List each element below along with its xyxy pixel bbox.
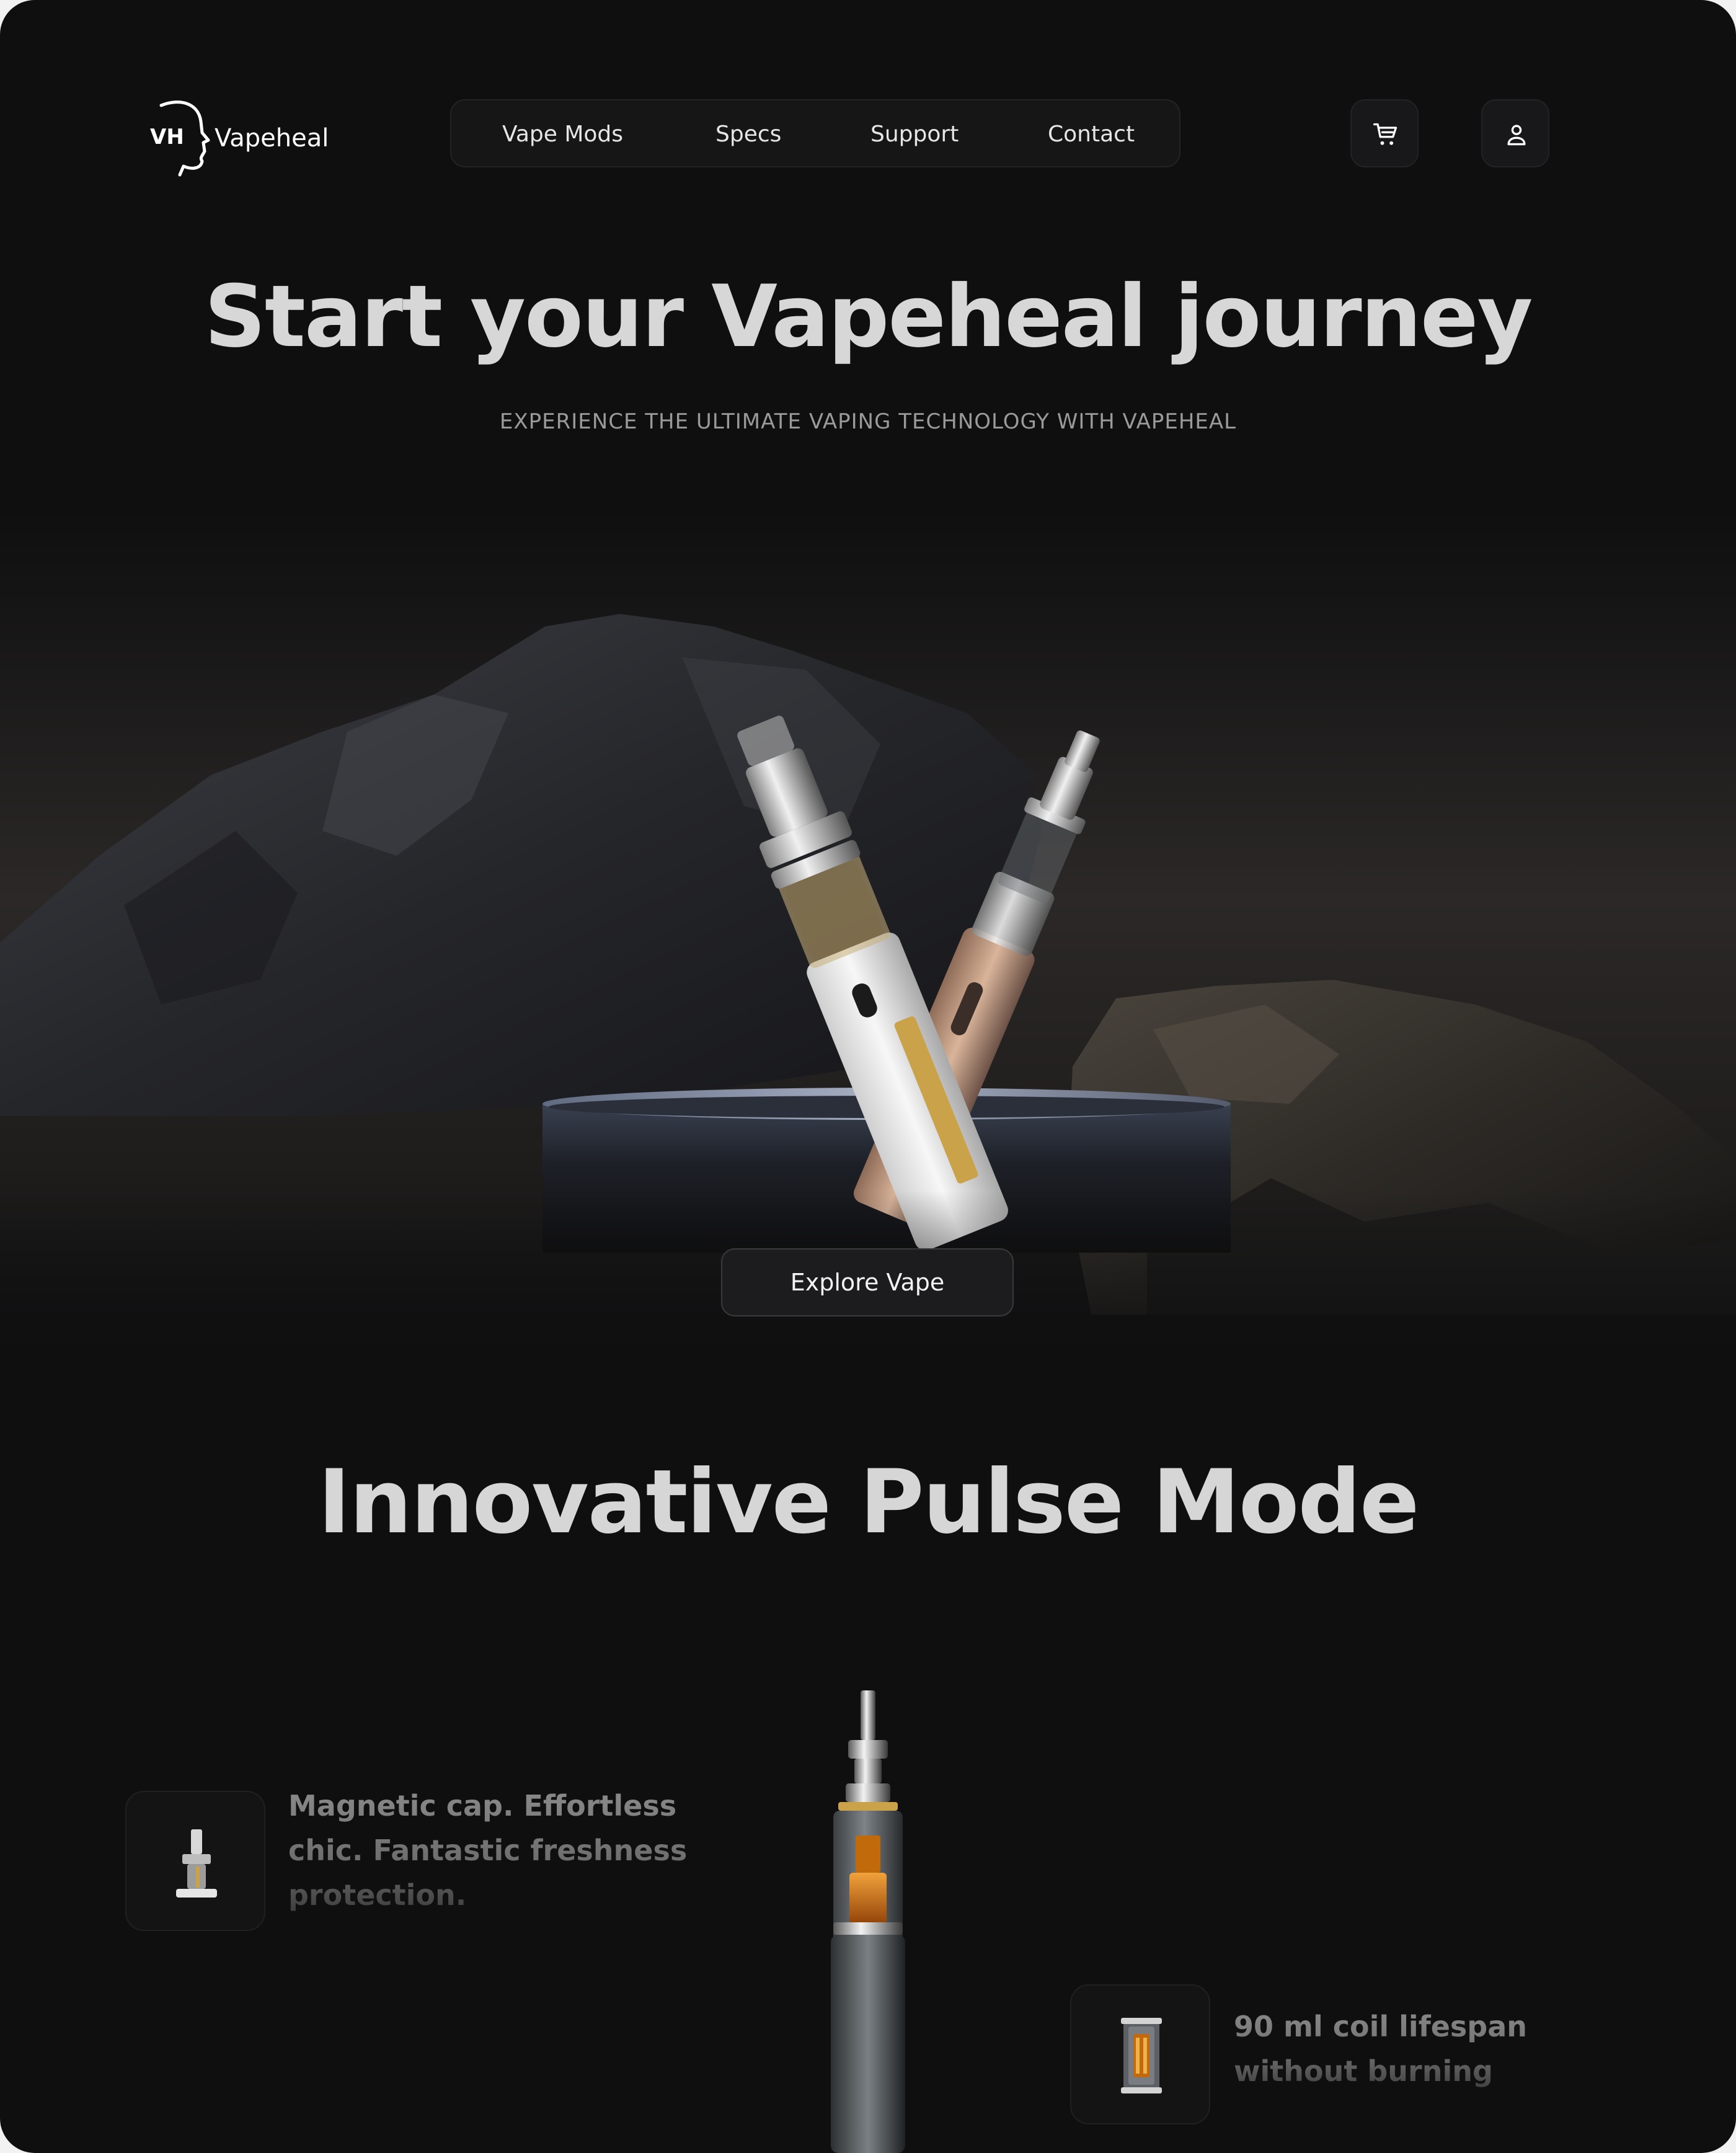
- feature-text-coil-lifespan: 90 ml coil lifespan without burning: [1234, 2004, 1637, 2093]
- hero-subtitle: EXPERIENCE THE ULTIMATE VAPING TECHNOLOG…: [499, 409, 1237, 434]
- nav-item-specs[interactable]: Specs: [715, 122, 781, 147]
- main-navigation: Vape Mods Specs Support Contact: [450, 99, 1180, 167]
- feature-text-magnetic-cap: Magnetic cap. Effortless chic. Fantastic…: [288, 1783, 722, 1917]
- coil-icon: [1121, 2018, 1162, 2093]
- landing-page: VH Vapeheal Vape Mods Specs Support Cont…: [0, 0, 1736, 2153]
- feature-line: 90 ml coil lifespan: [1234, 2010, 1528, 2043]
- cart-icon: [1373, 123, 1397, 145]
- brand-name: Vapeheal: [215, 124, 329, 153]
- account-button[interactable]: [1481, 99, 1549, 167]
- feature-line: protection.: [288, 1878, 467, 1912]
- section-title-pulse-mode: Innovative Pulse Mode: [317, 1451, 1420, 1553]
- vape-product-closeup: [831, 1690, 905, 2153]
- logo-mark: VH: [150, 125, 184, 149]
- nav-item-vape-mods[interactable]: Vape Mods: [502, 122, 623, 147]
- cart-button[interactable]: [1350, 99, 1419, 167]
- brand-logo[interactable]: VH Vapeheal: [149, 97, 335, 177]
- explore-vape-button[interactable]: Explore Vape: [721, 1248, 1014, 1316]
- nav-item-support[interactable]: Support: [870, 122, 959, 147]
- feature-line: without burning: [1234, 2054, 1493, 2088]
- face-profile-logo-icon: VH: [150, 100, 210, 177]
- hero-product-image: [0, 508, 1736, 1377]
- hero-title: Start your Vapeheal journey: [204, 267, 1533, 366]
- feature-card-magnetic-cap: [125, 1791, 265, 1931]
- feature-line: chic. Fantastic freshness: [288, 1834, 688, 1867]
- nav-item-contact[interactable]: Contact: [1048, 122, 1135, 147]
- atomizer-cap-icon: [176, 1829, 217, 1898]
- feature-card-coil-lifespan: [1070, 1984, 1210, 2124]
- feature-line: Magnetic cap. Effortless: [288, 1789, 677, 1822]
- user-icon: [1507, 125, 1526, 146]
